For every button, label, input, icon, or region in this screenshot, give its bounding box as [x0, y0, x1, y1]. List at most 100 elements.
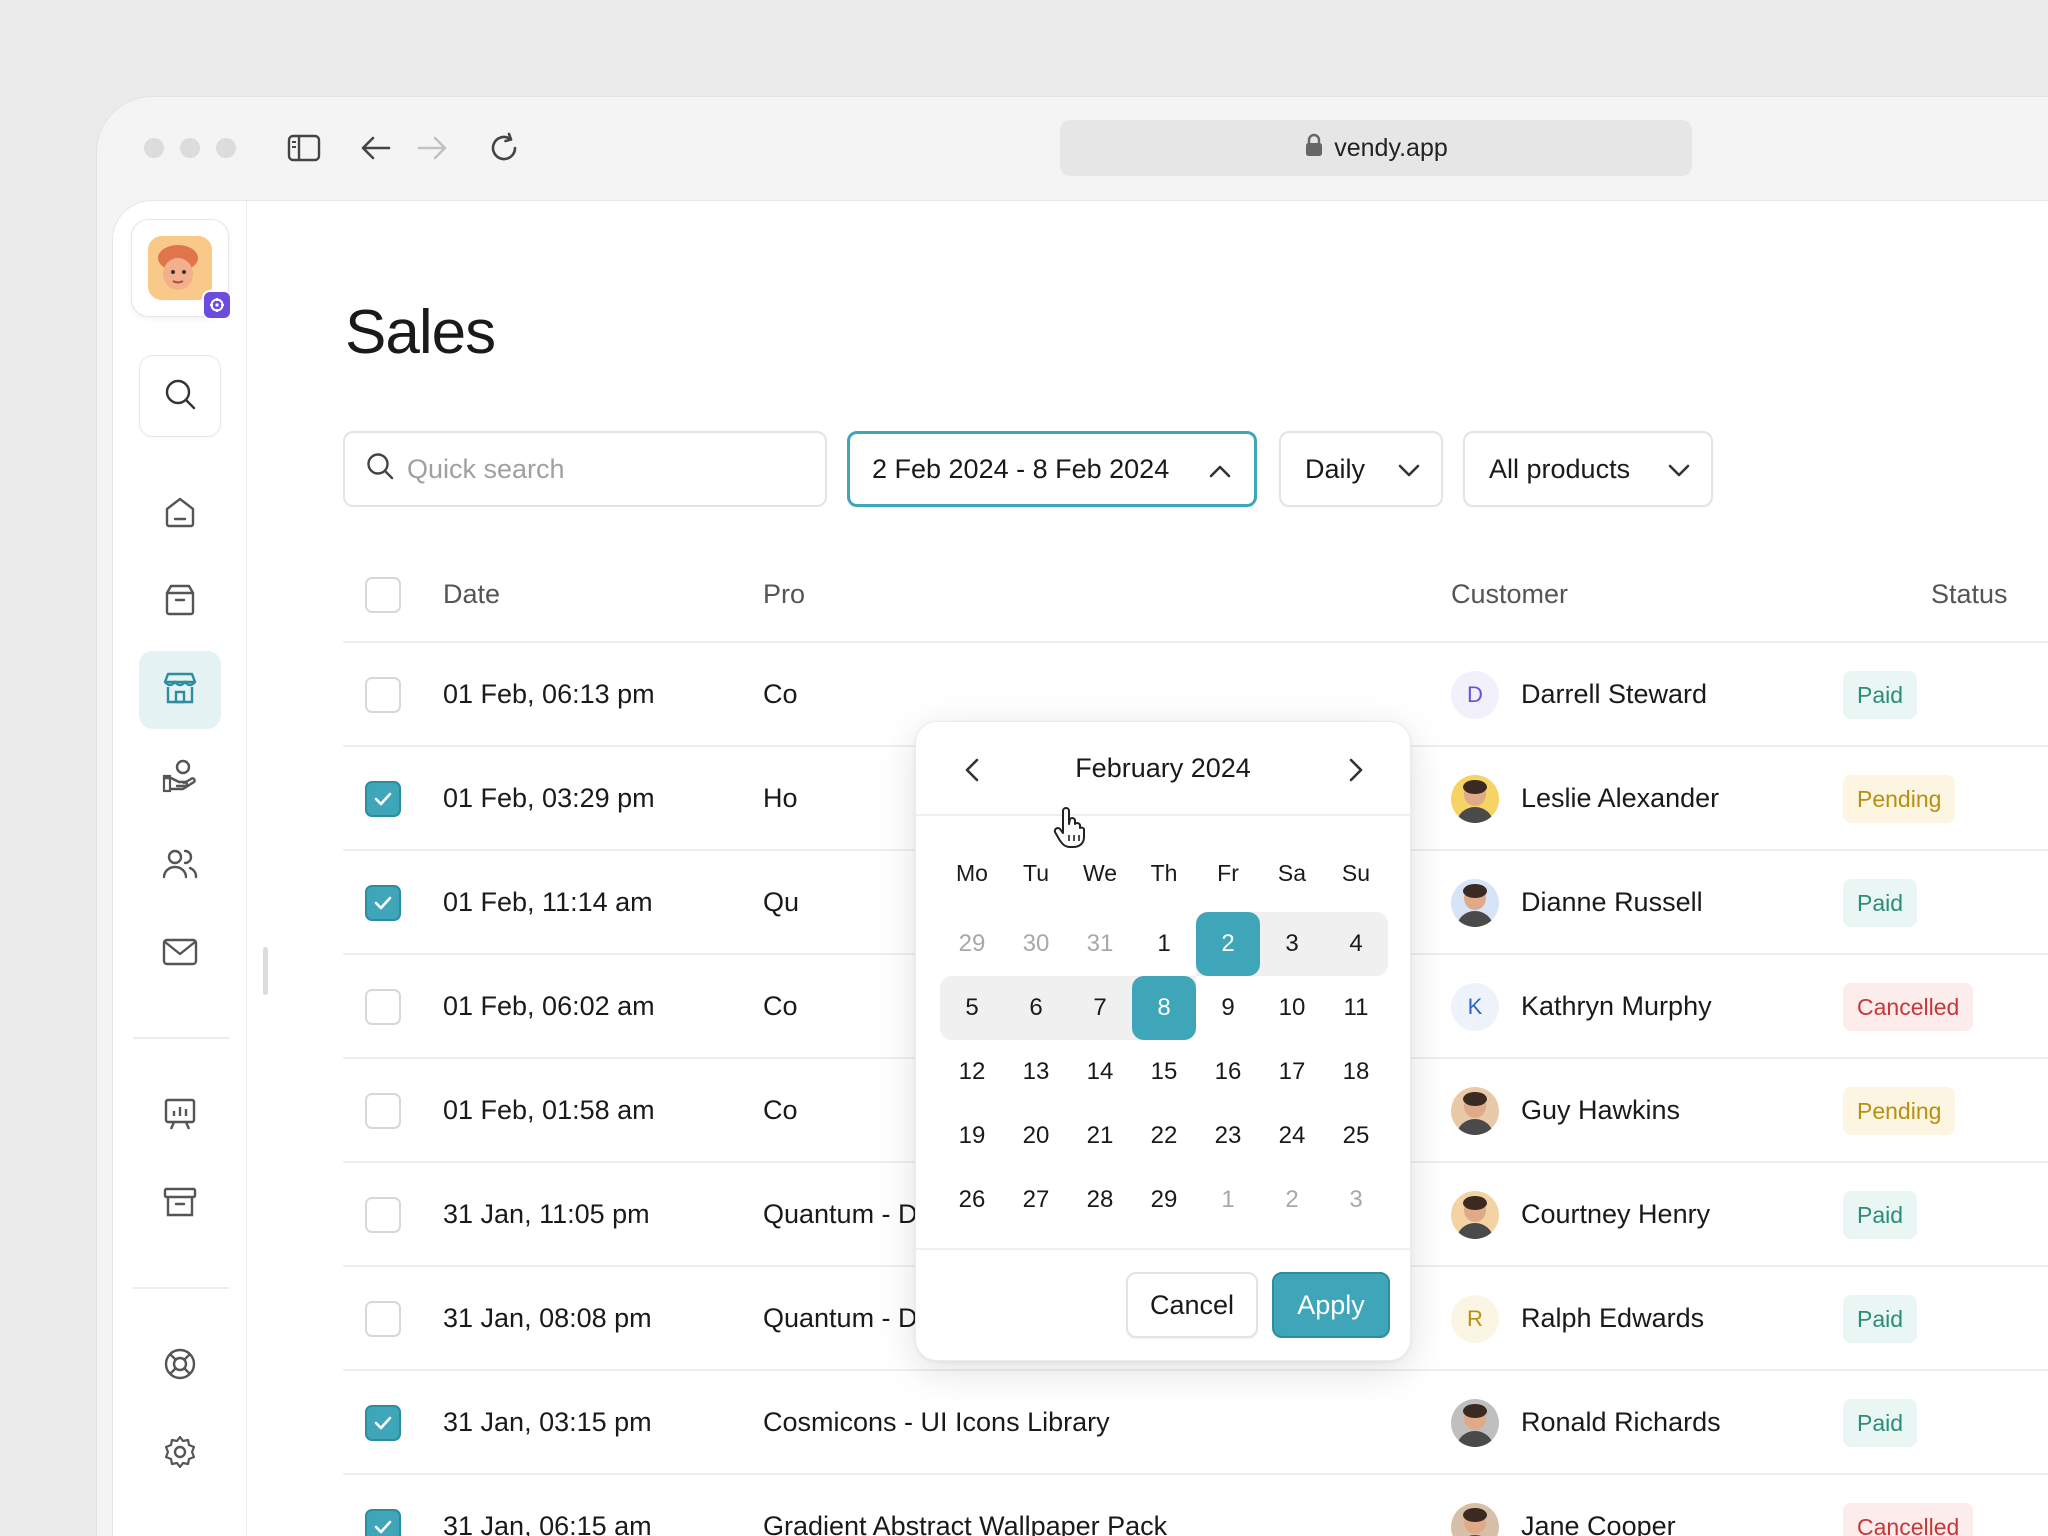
sidebar-item-archive[interactable]	[139, 1165, 221, 1243]
calendar-day[interactable]: 22	[1132, 1104, 1196, 1168]
column-header-status[interactable]: Status	[1931, 579, 2008, 610]
calendar-day[interactable]: 4	[1324, 912, 1388, 976]
sidebar-item-home[interactable]	[139, 475, 221, 553]
column-header-date[interactable]: Date	[443, 579, 500, 610]
calendar-day[interactable]: 14	[1068, 1040, 1132, 1104]
calendar-day[interactable]: 1	[1132, 912, 1196, 976]
reload-icon[interactable]	[484, 128, 524, 168]
apply-button[interactable]: Apply	[1272, 1272, 1390, 1338]
sidebar-item-messages[interactable]	[139, 915, 221, 993]
customer-name[interactable]: Ronald Richards	[1521, 1407, 1721, 1438]
calendar-day[interactable]: 2	[1260, 1168, 1324, 1232]
customer-name[interactable]: Leslie Alexander	[1521, 783, 1719, 814]
sidebar-item-help[interactable]	[139, 1327, 221, 1405]
calendar-day[interactable]: 20	[1004, 1104, 1068, 1168]
customer-name[interactable]: Ralph Edwards	[1521, 1303, 1704, 1334]
previous-month-chevron-left-icon[interactable]	[952, 750, 992, 790]
sidebar-item-store[interactable]	[139, 651, 221, 729]
calendar-day[interactable]: 30	[1004, 912, 1068, 976]
calendar-day[interactable]: 28	[1068, 1168, 1132, 1232]
row-checkbox[interactable]	[365, 1197, 401, 1233]
package-icon	[162, 582, 198, 623]
product-name[interactable]: Co	[763, 991, 798, 1022]
date-range-picker[interactable]: 2 Feb 2024 - 8 Feb 2024	[847, 431, 1257, 507]
sidebar-search-button[interactable]	[139, 355, 221, 437]
calendar-day[interactable]: 7	[1068, 976, 1132, 1040]
sale-date: 01 Feb, 11:14 am	[443, 887, 653, 917]
row-checkbox[interactable]	[365, 1301, 401, 1337]
calendar-day[interactable]: 6	[1004, 976, 1068, 1040]
back-arrow-icon[interactable]	[356, 128, 396, 168]
calendar-day[interactable]: 29	[1132, 1168, 1196, 1232]
quick-search-input[interactable]: Quick search	[343, 431, 827, 507]
calendar-day[interactable]: 12	[940, 1040, 1004, 1104]
calendar-day[interactable]: 27	[1004, 1168, 1068, 1232]
customer-name[interactable]: Guy Hawkins	[1521, 1095, 1680, 1126]
calendar-day-selected[interactable]: 2	[1196, 912, 1260, 976]
row-checkbox[interactable]	[365, 1405, 401, 1441]
calendar-day[interactable]: 3	[1260, 912, 1324, 976]
calendar-day[interactable]: 9	[1196, 976, 1260, 1040]
sidebar-resize-handle[interactable]	[263, 947, 268, 995]
calendar-day[interactable]: 10	[1260, 976, 1324, 1040]
table-row[interactable]: 31 Jan, 06:15 am Gradient Abstract Wallp…	[343, 1475, 2048, 1536]
calendar-day[interactable]: 26	[940, 1168, 1004, 1232]
calendar-day[interactable]: 19	[940, 1104, 1004, 1168]
row-checkbox[interactable]	[365, 989, 401, 1025]
sidebar-item-reports[interactable]	[139, 1077, 221, 1155]
product-name[interactable]: Qu	[763, 887, 799, 918]
row-checkbox[interactable]	[365, 885, 401, 921]
customer-name[interactable]: Courtney Henry	[1521, 1199, 1710, 1230]
calendar-day[interactable]: 24	[1260, 1104, 1324, 1168]
product-name[interactable]: Gradient Abstract Wallpaper Pack	[763, 1511, 1167, 1536]
customer-name[interactable]: Jane Cooper	[1521, 1511, 1676, 1536]
product-name[interactable]: Cosmicons - UI Icons Library	[763, 1407, 1110, 1438]
calendar-day[interactable]: 23	[1196, 1104, 1260, 1168]
product-name[interactable]: Co	[763, 679, 798, 710]
row-checkbox[interactable]	[365, 1093, 401, 1129]
calendar-day[interactable]: 1	[1196, 1168, 1260, 1232]
sidebar-item-customers[interactable]	[139, 827, 221, 905]
zoom-dot[interactable]	[216, 138, 236, 158]
interval-select[interactable]: Daily	[1279, 431, 1443, 507]
minimize-dot[interactable]	[180, 138, 200, 158]
sidebar-item-settings[interactable]	[139, 1415, 221, 1493]
sidebar-item-payouts[interactable]	[139, 739, 221, 817]
calendar-day[interactable]: 13	[1004, 1040, 1068, 1104]
calendar-day[interactable]: 17	[1260, 1040, 1324, 1104]
select-all-checkbox[interactable]	[365, 577, 401, 613]
calendar-day-selected[interactable]: 8	[1132, 976, 1196, 1040]
calendar-day[interactable]: 11	[1324, 976, 1388, 1040]
sidebar-divider	[133, 1037, 229, 1039]
calendar-day[interactable]: 15	[1132, 1040, 1196, 1104]
row-checkbox[interactable]	[365, 781, 401, 817]
calendar-day[interactable]: 3	[1324, 1168, 1388, 1232]
row-checkbox[interactable]	[365, 677, 401, 713]
product-name[interactable]: Ho	[763, 783, 798, 814]
product-name[interactable]: Co	[763, 1095, 798, 1126]
calendar-day[interactable]: 21	[1068, 1104, 1132, 1168]
page-title: Sales	[345, 298, 496, 367]
products-select[interactable]: All products	[1463, 431, 1713, 507]
cancel-button[interactable]: Cancel	[1126, 1272, 1258, 1338]
sidebar-toggle-icon[interactable]	[284, 128, 324, 168]
calendar-day[interactable]: 18	[1324, 1040, 1388, 1104]
close-dot[interactable]	[144, 138, 164, 158]
next-month-chevron-right-icon[interactable]	[1336, 750, 1376, 790]
customer-name[interactable]: Dianne Russell	[1521, 887, 1703, 918]
calendar-day[interactable]: 25	[1324, 1104, 1388, 1168]
workspace-logo[interactable]	[131, 219, 232, 320]
calendar-day[interactable]: 5	[940, 976, 1004, 1040]
forward-arrow-icon[interactable]	[412, 128, 452, 168]
calendar-day[interactable]: 29	[940, 912, 1004, 976]
calendar-day[interactable]: 16	[1196, 1040, 1260, 1104]
address-bar[interactable]: vendy.app	[1060, 120, 1692, 176]
column-header-customer[interactable]: Customer	[1451, 579, 1568, 610]
customer-name[interactable]: Darrell Steward	[1521, 679, 1707, 710]
column-header-product[interactable]: Pro	[763, 579, 805, 610]
customer-name[interactable]: Kathryn Murphy	[1521, 991, 1712, 1022]
row-checkbox[interactable]	[365, 1509, 401, 1536]
table-row[interactable]: 31 Jan, 03:15 pm Cosmicons - UI Icons Li…	[343, 1371, 2048, 1475]
calendar-day[interactable]: 31	[1068, 912, 1132, 976]
sidebar-item-products[interactable]	[139, 563, 221, 641]
